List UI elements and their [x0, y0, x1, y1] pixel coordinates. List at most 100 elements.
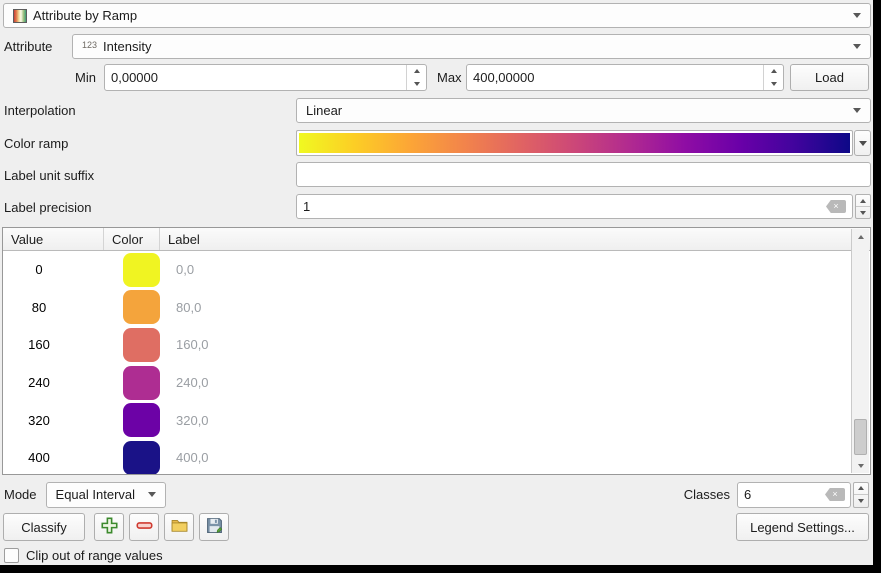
- classes-table: Value Color Label 0 0,0 80 80,0 160 160,…: [2, 227, 871, 475]
- minus-icon: [136, 517, 153, 537]
- column-header-label: Label: [160, 228, 870, 250]
- class-label[interactable]: 320,0: [160, 413, 209, 428]
- precision-spin-up[interactable]: [856, 195, 870, 206]
- table-row[interactable]: 400 400,0: [3, 439, 870, 475]
- mode-select-value: Equal Interval: [56, 487, 136, 502]
- min-input[interactable]: [105, 65, 406, 90]
- label-precision-input[interactable]: [297, 195, 826, 218]
- classes-label: Classes: [684, 487, 730, 502]
- class-value[interactable]: 0: [3, 262, 75, 277]
- precision-spin-down[interactable]: [856, 206, 870, 218]
- class-color-swatch[interactable]: [123, 253, 160, 287]
- class-color-swatch[interactable]: [123, 328, 160, 362]
- color-ramp-bar: [299, 133, 850, 153]
- label-unit-suffix-input[interactable]: [297, 163, 870, 186]
- min-label: Min: [75, 70, 96, 85]
- max-input[interactable]: [467, 65, 763, 90]
- attribute-select-value: Intensity: [103, 39, 151, 54]
- table-row[interactable]: 320 320,0: [3, 401, 870, 439]
- add-class-button[interactable]: [94, 513, 124, 541]
- chevron-down-icon: [148, 492, 156, 497]
- remove-class-button[interactable]: [129, 513, 159, 541]
- load-ramp-button[interactable]: [164, 513, 194, 541]
- table-scrollbar[interactable]: [851, 229, 869, 473]
- table-row[interactable]: 240 240,0: [3, 364, 870, 402]
- class-value[interactable]: 400: [3, 450, 75, 465]
- class-label[interactable]: 240,0: [160, 375, 209, 390]
- attribute-by-ramp-panel: Attribute by Ramp Attribute 123 Intensit…: [0, 0, 873, 565]
- class-color-swatch[interactable]: [123, 290, 160, 324]
- class-label[interactable]: 0,0: [160, 262, 194, 277]
- scrollbar-thumb[interactable]: [854, 419, 867, 455]
- min-spinbox[interactable]: [104, 64, 427, 91]
- class-value[interactable]: 240: [3, 375, 75, 390]
- class-color-swatch[interactable]: [123, 403, 160, 437]
- max-spin-down[interactable]: [764, 78, 783, 91]
- color-ramp-menu-button[interactable]: [854, 130, 871, 156]
- scroll-down-icon[interactable]: [852, 458, 869, 473]
- chevron-down-icon: [853, 13, 861, 18]
- classes-spinner[interactable]: [853, 482, 869, 508]
- class-label[interactable]: 400,0: [160, 450, 209, 465]
- clip-row: Clip out of range values: [4, 547, 163, 564]
- mode-select[interactable]: Equal Interval: [46, 482, 166, 508]
- classes-spin-down[interactable]: [854, 494, 868, 507]
- color-ramp-button[interactable]: [296, 130, 853, 156]
- class-color-swatch[interactable]: [123, 441, 160, 475]
- plus-icon: [101, 517, 118, 537]
- max-spinbox[interactable]: [466, 64, 784, 91]
- class-label[interactable]: 160,0: [160, 337, 209, 352]
- table-body: 0 0,0 80 80,0 160 160,0 240 240,0 320 32…: [3, 251, 870, 475]
- min-spin-down[interactable]: [407, 78, 426, 91]
- classes-spinbox[interactable]: ×: [737, 482, 851, 508]
- classes-spin-up[interactable]: [854, 483, 868, 495]
- numeric-field-icon: 123: [82, 40, 97, 50]
- class-label[interactable]: 80,0: [160, 300, 201, 315]
- interpolation-select[interactable]: Linear: [296, 98, 871, 123]
- label-precision-field[interactable]: ×: [296, 194, 853, 219]
- column-header-value: Value: [3, 228, 104, 250]
- column-header-color: Color: [104, 228, 160, 250]
- scroll-up-icon[interactable]: [852, 229, 869, 244]
- label-precision-spinner[interactable]: [855, 194, 871, 219]
- renderer-select[interactable]: Attribute by Ramp: [3, 3, 871, 28]
- class-value[interactable]: 160: [3, 337, 75, 352]
- renderer-select-value: Attribute by Ramp: [33, 8, 137, 23]
- interpolation-label: Interpolation: [4, 103, 76, 118]
- class-value[interactable]: 320: [3, 413, 75, 428]
- clip-checkbox[interactable]: [4, 548, 19, 563]
- clear-value-icon[interactable]: ×: [825, 488, 845, 501]
- label-unit-suffix-label: Label unit suffix: [4, 168, 94, 183]
- color-ramp-label: Color ramp: [4, 136, 68, 151]
- classify-button[interactable]: Classify: [3, 513, 85, 541]
- table-row[interactable]: 80 80,0: [3, 289, 870, 327]
- actions-row: Classify: [3, 513, 869, 541]
- mode-label: Mode: [4, 487, 37, 502]
- table-row[interactable]: 160 160,0: [3, 326, 870, 364]
- interpolation-select-value: Linear: [306, 103, 342, 118]
- color-ramp-icon: [13, 9, 27, 23]
- mode-classes-row: Mode Equal Interval Classes ×: [4, 481, 869, 508]
- class-color-swatch[interactable]: [123, 366, 160, 400]
- attribute-label: Attribute: [4, 39, 52, 54]
- table-header: Value Color Label: [3, 228, 870, 251]
- class-value[interactable]: 80: [3, 300, 75, 315]
- attribute-select[interactable]: 123 Intensity: [72, 34, 871, 59]
- folder-icon: [171, 517, 188, 537]
- chevron-down-icon: [853, 44, 861, 49]
- save-icon: [206, 517, 223, 537]
- load-button[interactable]: Load: [790, 64, 869, 91]
- label-precision-label: Label precision: [4, 200, 91, 215]
- max-label: Max: [437, 70, 462, 85]
- table-row[interactable]: 0 0,0: [3, 251, 870, 289]
- classes-input[interactable]: [738, 483, 825, 507]
- screenshot-frame: Attribute by Ramp Attribute 123 Intensit…: [0, 0, 881, 573]
- save-ramp-button[interactable]: [199, 513, 229, 541]
- min-spin-up[interactable]: [407, 65, 426, 78]
- chevron-down-icon: [859, 141, 867, 146]
- label-unit-suffix-field[interactable]: [296, 162, 871, 187]
- clear-value-icon[interactable]: ×: [826, 200, 846, 213]
- clip-checkbox-label[interactable]: Clip out of range values: [26, 548, 163, 563]
- max-spin-up[interactable]: [764, 65, 783, 78]
- legend-settings-button[interactable]: Legend Settings...: [736, 513, 869, 541]
